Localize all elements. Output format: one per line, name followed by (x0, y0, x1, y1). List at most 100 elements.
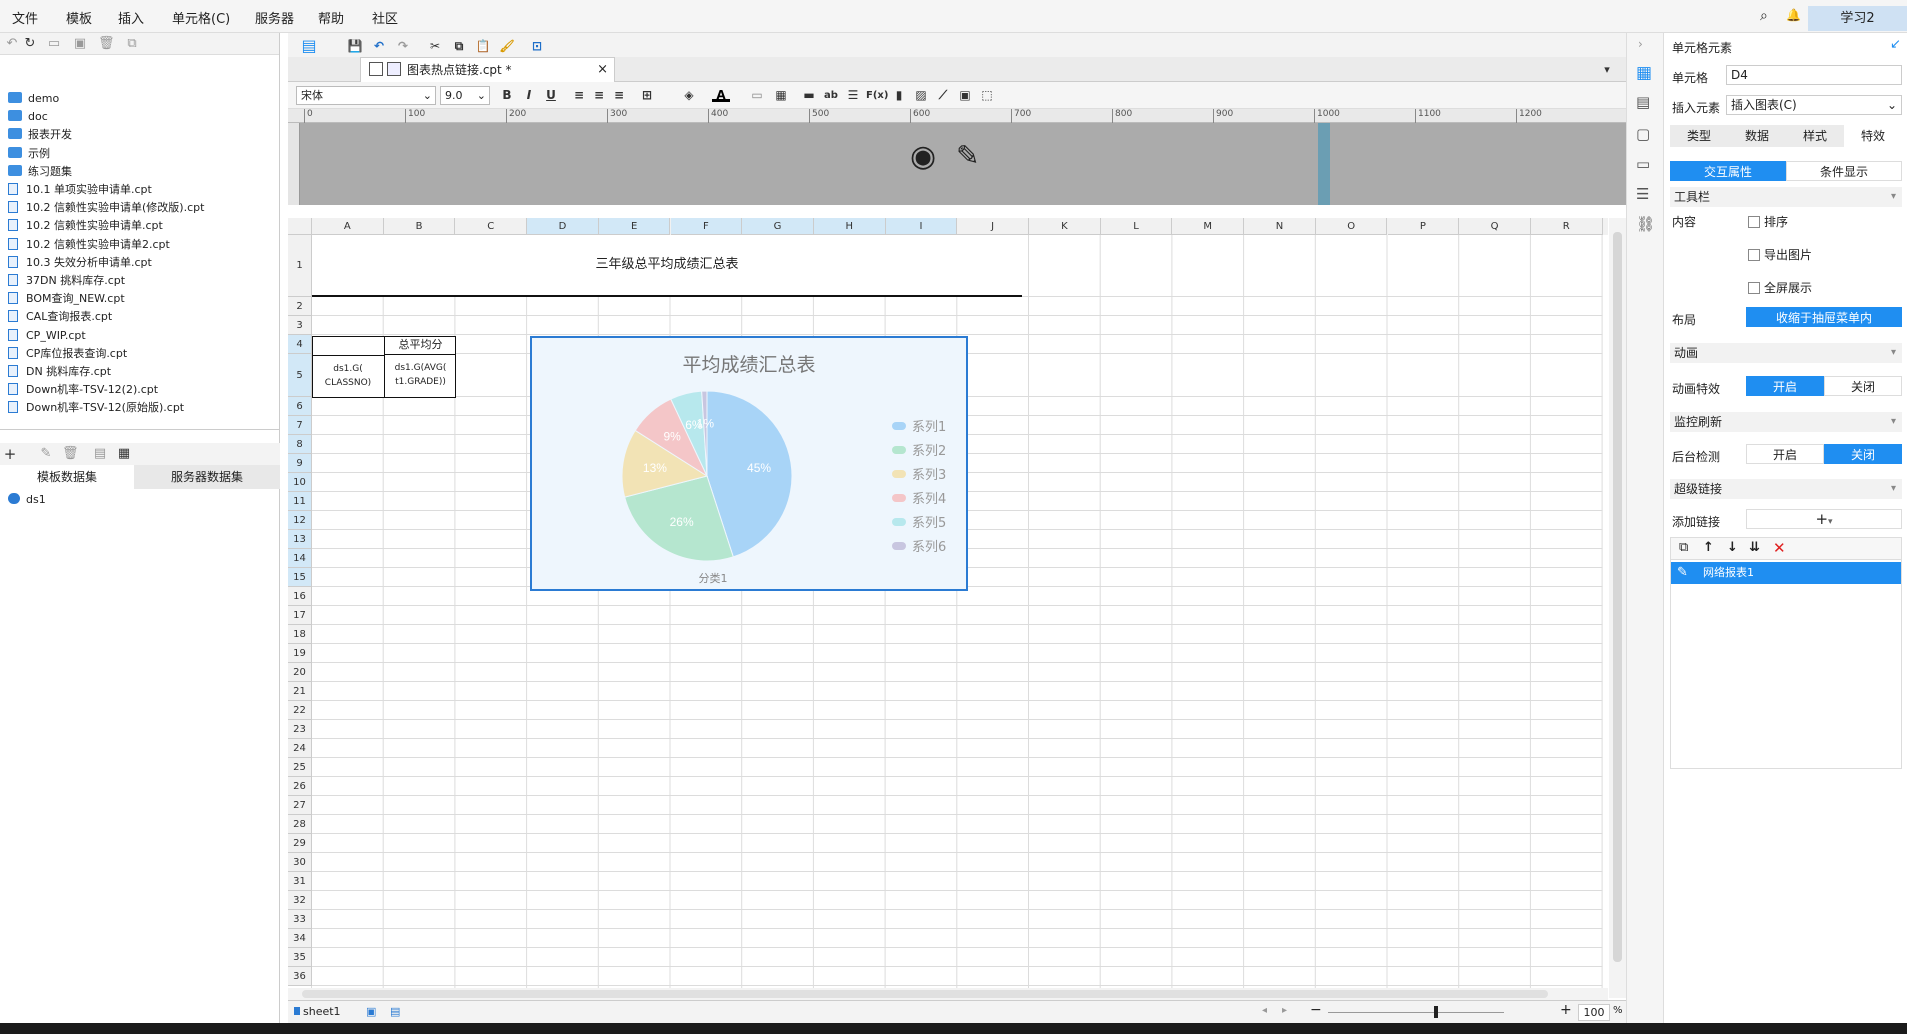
tab-effects[interactable]: 特效 (1844, 125, 1902, 147)
redo-icon[interactable]: ↷ (394, 38, 412, 55)
condition-icon[interactable]: ▭ (1636, 155, 1650, 173)
column-header-cell[interactable]: J (957, 218, 1029, 235)
font-size-select[interactable]: 9.0 ⌄ (440, 86, 490, 105)
legend-item[interactable]: 系列6 (892, 536, 966, 560)
merge-icon[interactable]: ▭ (748, 87, 766, 104)
check-fullscreen[interactable]: 全屏展示 (1748, 279, 1812, 296)
zoom-input[interactable]: 100 (1578, 1004, 1610, 1021)
row-header-cell[interactable]: 33 (288, 910, 312, 929)
tree-file[interactable]: 10.2 信赖性实验申请单(修改版).cpt (8, 199, 204, 217)
cut-icon[interactable]: ✂ (426, 38, 444, 55)
section-monitor[interactable]: 监控刷新 ▾ (1670, 412, 1902, 432)
copy-cell-icon[interactable]: ⧉ (450, 38, 468, 55)
next-sheet-icon[interactable]: ▸ (1282, 1005, 1287, 1016)
frame-icon[interactable]: ⬚ (978, 87, 996, 104)
row-header-cell[interactable]: 13 (288, 530, 312, 549)
menu-community[interactable]: 社区 (372, 8, 398, 27)
column-header-cell[interactable]: B (383, 218, 456, 235)
add-sheet-alt-icon[interactable]: ▤ (390, 1005, 400, 1018)
close-tab-icon[interactable]: × (597, 58, 608, 82)
bell-icon[interactable]: 🔔 (1786, 8, 1801, 22)
tree-file[interactable]: 10.2 信赖性实验申请单2.cpt (8, 236, 170, 254)
tree-file[interactable]: DN 挑料库存.cpt (8, 363, 111, 381)
tree-file[interactable]: 10.3 失效分析申请单.cpt (8, 254, 152, 272)
link-item[interactable]: ✎ 网络报表1 (1671, 562, 1901, 584)
select-all-corner[interactable] (288, 218, 312, 235)
column-header-cell[interactable]: M (1172, 218, 1245, 235)
anim-on-button[interactable]: 开启 (1746, 376, 1824, 396)
legend-item[interactable]: 系列5 (892, 512, 966, 536)
edit-dataset-icon[interactable]: ✎ (38, 446, 54, 462)
column-header-cell[interactable]: Q (1459, 218, 1531, 235)
tree-file[interactable]: CAL查询报表.cpt (8, 308, 112, 326)
delete-dataset-icon[interactable]: 🗑 (62, 446, 79, 462)
add-sheet-icon[interactable]: ▣ (366, 1005, 376, 1018)
cell-b5[interactable]: ds1.G(AVG( t1.GRADE)) (384, 355, 456, 398)
tree-file[interactable]: Down机率-TSV-12(2).cpt (8, 381, 158, 399)
add-icon[interactable]: + (2, 446, 18, 462)
user-button[interactable]: 学习2 (1808, 6, 1907, 31)
row-header-cell[interactable]: 20 (288, 663, 312, 682)
underline-icon[interactable]: U (542, 87, 560, 104)
h-scroll-thumb[interactable] (302, 990, 1548, 998)
cell-field[interactable]: D4 (1726, 65, 1902, 85)
scroll-thumb[interactable] (1613, 232, 1622, 962)
back-icon[interactable]: ↶ (4, 36, 20, 52)
font-family-select[interactable]: 宋体 ⌄ (296, 86, 436, 105)
row-header-cell[interactable]: 19 (288, 644, 312, 663)
tree-file[interactable]: 10.1 单项实验申请单.cpt (8, 181, 152, 199)
column-header-cell[interactable]: F (670, 218, 743, 235)
copy-link-icon[interactable]: ⧉ (1679, 540, 1688, 555)
row-header-cell[interactable]: 29 (288, 834, 312, 853)
insert-select[interactable]: 插入图表(C) ⌄ (1726, 95, 1902, 115)
section-animation[interactable]: 动画 ▾ (1670, 343, 1902, 363)
row-header-cell[interactable]: 25 (288, 758, 312, 777)
row-header-cell[interactable]: 28 (288, 815, 312, 834)
row-header-cell[interactable]: 4 (288, 335, 312, 354)
align-center-icon[interactable]: ≡ (590, 87, 608, 104)
tree-folder[interactable]: demo (8, 90, 59, 108)
italic-icon[interactable]: I (520, 87, 538, 104)
menu-file[interactable]: 文件 (12, 8, 38, 27)
row-header-cell[interactable]: 10 (288, 473, 312, 492)
row-header-cell[interactable]: 15 (288, 568, 312, 587)
column-header-cell[interactable]: I (885, 218, 958, 235)
preview-report-icon[interactable]: ⊡ (528, 38, 546, 55)
anim-off-button[interactable]: 关闭 (1824, 376, 1902, 396)
undo-icon[interactable]: ↶ (370, 38, 388, 55)
row-header-cell[interactable]: 31 (288, 872, 312, 891)
richtext-icon[interactable]: ☰ (844, 87, 862, 104)
column-header-cell[interactable]: K (1029, 218, 1101, 235)
tree-file[interactable]: Down机率-TSV-12(原始版).cpt (8, 399, 184, 417)
preview-icon[interactable]: ▤ (92, 446, 108, 462)
row-header-cell[interactable]: 12 (288, 511, 312, 530)
checkbox[interactable] (1748, 216, 1760, 228)
row-header-cell[interactable]: 6 (288, 397, 312, 416)
column-header-cell[interactable]: P (1387, 218, 1460, 235)
search-icon[interactable]: ⌕ (1760, 8, 1768, 24)
row-header-cell[interactable]: 24 (288, 739, 312, 758)
check-export-image[interactable]: 导出图片 (1748, 246, 1812, 263)
row-header-cell[interactable]: 5 (288, 354, 312, 397)
check-sort[interactable]: 排序 (1748, 213, 1788, 230)
delete-icon[interactable]: 🗑 (98, 36, 115, 52)
delete-link-icon[interactable]: ✕ (1773, 539, 1786, 557)
tab-type[interactable]: 类型 (1670, 125, 1728, 147)
row-header-cell[interactable]: 7 (288, 416, 312, 435)
format-painter-icon[interactable]: 🖌 (498, 38, 516, 55)
menu-insert[interactable]: 插入 (118, 8, 144, 27)
column-header-cell[interactable]: O (1315, 218, 1388, 235)
spreadsheet-grid[interactable]: ABCDEFGHIJKLMNOPQR 1 2 3 4 5 6 7 8 9 10 11 12 13 14 15… (288, 218, 1608, 998)
border-icon[interactable]: ⊞ (638, 87, 656, 104)
tree-file[interactable]: 10.2 信赖性实验申请单.cpt (8, 217, 163, 235)
align-right-icon[interactable]: ≡ (610, 87, 628, 104)
text-icon[interactable]: ab (822, 87, 840, 104)
vertical-scrollbar[interactable] (1609, 218, 1626, 998)
row-header-cell[interactable]: 26 (288, 777, 312, 796)
menu-cell[interactable]: 单元格(C) (172, 8, 230, 27)
row-header-cell[interactable]: 8 (288, 435, 312, 454)
bar-chart-icon[interactable]: ▮ (890, 87, 908, 104)
legend-item[interactable]: 系列1 (892, 416, 966, 440)
column-header-cell[interactable]: E (598, 218, 671, 235)
refresh-icon[interactable]: ↻ (22, 36, 38, 52)
